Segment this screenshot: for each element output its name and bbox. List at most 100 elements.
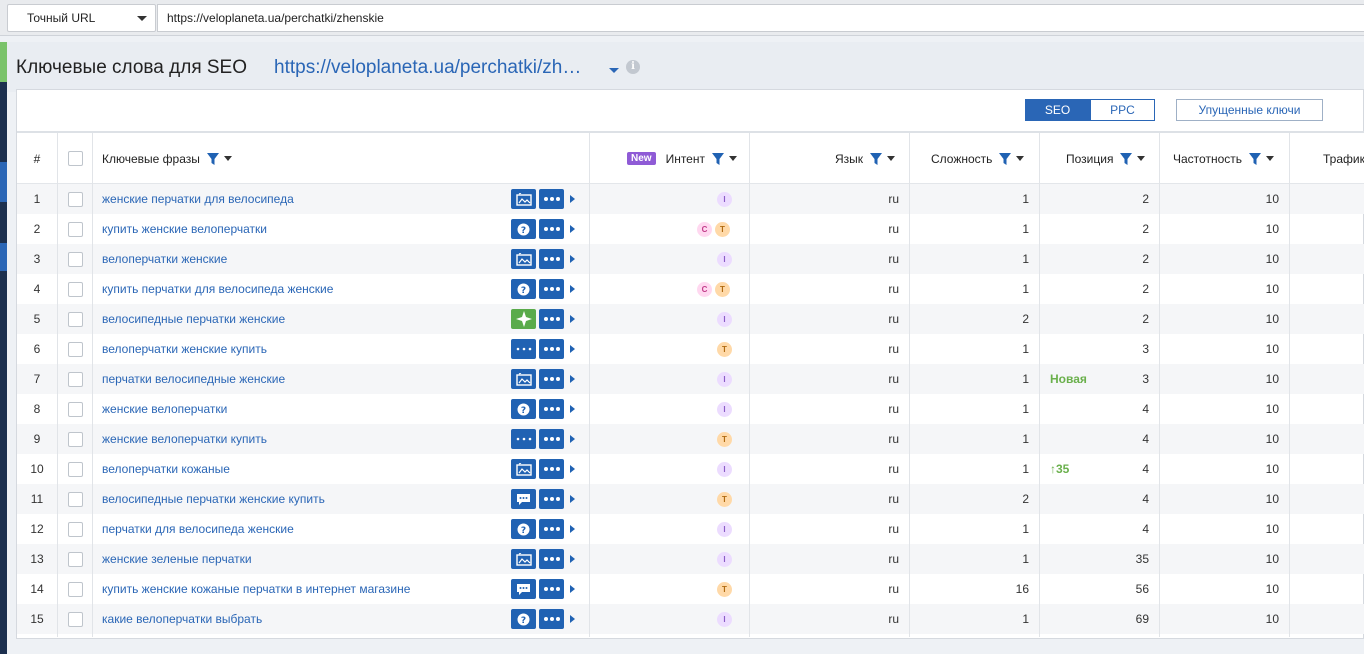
col-lang[interactable]: Язык (835, 133, 896, 184)
row-checkbox[interactable] (68, 282, 83, 297)
expand-arrow-icon[interactable] (570, 435, 575, 443)
chevron-down-icon[interactable] (1266, 156, 1274, 161)
chevron-down-icon[interactable] (887, 156, 896, 161)
more-options-button[interactable] (539, 219, 564, 239)
expand-arrow-icon[interactable] (570, 255, 575, 263)
keyword-link[interactable]: женские велоперчатки (102, 394, 227, 424)
more-options-button[interactable] (539, 249, 564, 269)
chevron-down-icon[interactable] (223, 156, 232, 161)
expand-arrow-icon[interactable] (570, 375, 575, 383)
chevron-down-icon[interactable] (1016, 156, 1025, 161)
url-input[interactable]: https://veloplaneta.ua/perchatki/zhenski… (157, 4, 1364, 32)
more-options-button[interactable] (539, 609, 564, 629)
expand-arrow-icon[interactable] (570, 525, 575, 533)
row-checkbox[interactable] (68, 222, 83, 237)
serp-feature-button[interactable]: ? (511, 609, 536, 629)
row-checkbox[interactable] (68, 462, 83, 477)
missed-keywords-button[interactable]: Упущенные ключи (1176, 99, 1323, 121)
keyword-link[interactable]: велосипедные перчатки женские (102, 304, 285, 334)
more-options-button[interactable] (539, 519, 564, 539)
expand-arrow-icon[interactable] (570, 495, 575, 503)
more-options-button[interactable] (539, 579, 564, 599)
serp-feature-button[interactable] (511, 339, 536, 359)
filter-icon[interactable] (711, 152, 724, 165)
filter-icon[interactable] (206, 152, 219, 165)
expand-arrow-icon[interactable] (570, 405, 575, 413)
chevron-down-icon[interactable] (609, 68, 619, 73)
keyword-link[interactable]: женские велоперчатки купить (102, 424, 267, 454)
tab-ppc[interactable]: PPC (1090, 99, 1155, 121)
row-checkbox[interactable] (68, 252, 83, 267)
expand-arrow-icon[interactable] (570, 225, 575, 233)
keyword-link[interactable]: велоперчатки женские (102, 244, 227, 274)
expand-arrow-icon[interactable] (570, 465, 575, 473)
row-checkbox[interactable] (68, 342, 83, 357)
filter-icon[interactable] (1120, 152, 1133, 165)
serp-feature-button[interactable] (511, 489, 536, 509)
serp-feature-button[interactable] (511, 459, 536, 479)
expand-arrow-icon[interactable] (570, 285, 575, 293)
more-options-button[interactable] (539, 369, 564, 389)
keyword-link[interactable]: женские зеленые перчатки (102, 544, 252, 574)
keyword-link[interactable]: купить женские кожаные перчатки в интерн… (102, 574, 410, 604)
serp-feature-button[interactable] (511, 249, 536, 269)
more-options-button[interactable] (539, 399, 564, 419)
row-checkbox[interactable] (68, 582, 83, 597)
expand-arrow-icon[interactable] (570, 555, 575, 563)
keyword-link[interactable]: перчатки велосипедные женские (102, 364, 285, 394)
row-checkbox[interactable] (68, 522, 83, 537)
serp-feature-button[interactable] (511, 429, 536, 449)
keyword-link[interactable]: какие велоперчатки выбрать (102, 604, 262, 634)
expand-arrow-icon[interactable] (570, 585, 575, 593)
row-checkbox[interactable] (68, 552, 83, 567)
tab-seo[interactable]: SEO (1025, 99, 1090, 121)
filter-icon[interactable] (870, 152, 883, 165)
col-frequency[interactable]: Частотность (1173, 133, 1274, 184)
match-type-select[interactable]: Точный URL (7, 4, 156, 32)
col-position[interactable]: Позиция (1066, 133, 1146, 184)
row-checkbox[interactable] (68, 432, 83, 447)
col-difficulty[interactable]: Сложность (931, 133, 1025, 184)
keyword-link[interactable]: женские перчатки для велосипеда (102, 184, 294, 214)
keyword-link[interactable]: купить женские велоперчатки (102, 214, 267, 244)
keyword-link[interactable]: перчатки для велосипеда женские (102, 514, 294, 544)
select-all-checkbox[interactable] (68, 151, 83, 166)
more-options-button[interactable] (539, 189, 564, 209)
expand-arrow-icon[interactable] (570, 615, 575, 623)
serp-feature-button[interactable] (511, 189, 536, 209)
keyword-link[interactable]: велосипедные перчатки женские купить (102, 484, 325, 514)
col-intent[interactable]: New Интент (627, 133, 737, 184)
serp-feature-button[interactable]: ? (511, 519, 536, 539)
info-icon[interactable]: i (626, 60, 640, 74)
row-checkbox[interactable] (68, 402, 83, 417)
more-options-button[interactable] (539, 279, 564, 299)
row-checkbox[interactable] (68, 312, 83, 327)
keyword-link[interactable]: велоперчатки женские купить (102, 334, 267, 364)
serp-feature-button[interactable] (511, 549, 536, 569)
filter-icon[interactable] (1249, 152, 1261, 165)
more-options-button[interactable] (539, 339, 564, 359)
expand-arrow-icon[interactable] (570, 195, 575, 203)
expand-arrow-icon[interactable] (570, 315, 575, 323)
serp-feature-button[interactable]: ? (511, 279, 536, 299)
row-checkbox[interactable] (68, 192, 83, 207)
serp-feature-button[interactable]: ? (511, 399, 536, 419)
row-checkbox[interactable] (68, 372, 83, 387)
more-options-button[interactable] (539, 549, 564, 569)
serp-feature-button[interactable]: ? (511, 219, 536, 239)
url-dropdown-link[interactable]: https://veloplaneta.ua/perchatki/zh… (274, 57, 581, 79)
chevron-down-icon[interactable] (1137, 156, 1146, 161)
row-checkbox[interactable] (68, 612, 83, 627)
serp-feature-button[interactable] (511, 309, 536, 329)
more-options-button[interactable] (539, 429, 564, 449)
more-options-button[interactable] (539, 309, 564, 329)
row-checkbox[interactable] (68, 492, 83, 507)
keyword-link[interactable]: купить перчатки для велосипеда женские (102, 274, 333, 304)
more-options-button[interactable] (539, 459, 564, 479)
expand-arrow-icon[interactable] (570, 345, 575, 353)
more-options-button[interactable] (539, 489, 564, 509)
chevron-down-icon[interactable] (728, 156, 737, 161)
col-keyword[interactable]: Ключевые фразы (102, 133, 232, 184)
filter-icon[interactable] (999, 152, 1012, 165)
serp-feature-button[interactable] (511, 369, 536, 389)
